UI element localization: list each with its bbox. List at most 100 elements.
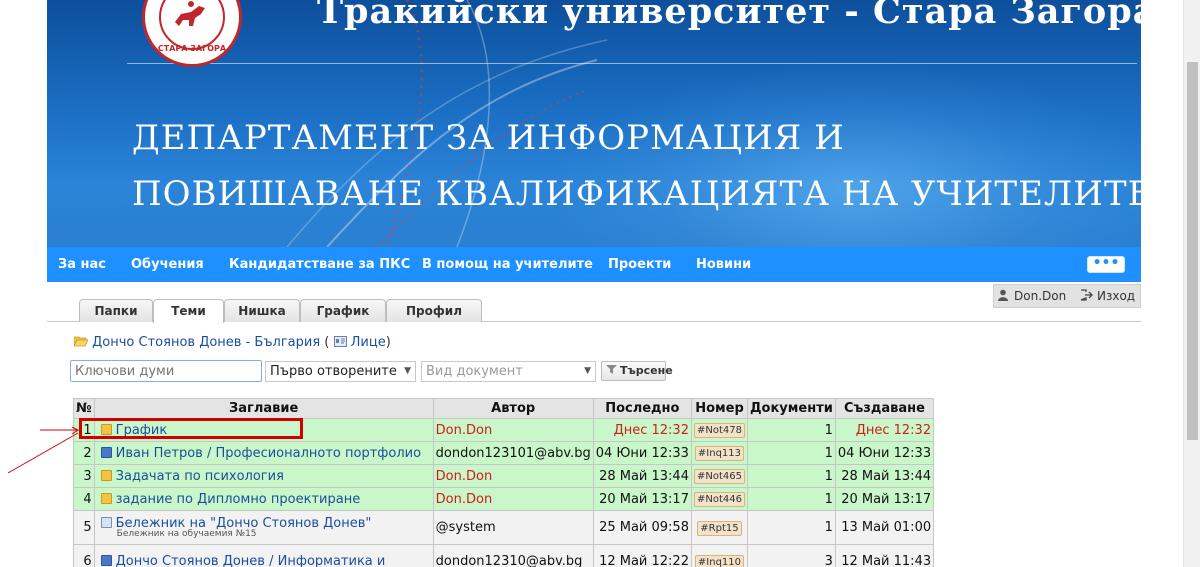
row-title-cell: Задачата по психология <box>93 464 434 488</box>
note-folder-icon <box>100 469 112 481</box>
tab-folders[interactable]: Папки <box>79 299 153 322</box>
main-navigation: За нас Обучения Кандидатстване за ПКС В … <box>47 247 1141 282</box>
col-last-header[interactable]: Последно <box>592 398 692 419</box>
tab-thread[interactable]: Нишка <box>224 299 300 322</box>
col-title-header[interactable]: Заглавие <box>93 398 434 419</box>
row-tag[interactable]: #Rpt15 <box>697 520 742 536</box>
col-author-header[interactable]: Автор <box>432 398 594 419</box>
row-title-cell: Иван Петров / Професионалното портфолио <box>93 441 434 465</box>
inquiry-doc-icon <box>100 555 112 566</box>
id-card-icon <box>329 335 350 350</box>
filter-icon <box>606 362 617 380</box>
col-docs-header[interactable]: Документи <box>746 398 836 419</box>
row-tag[interactable]: #Inq113 <box>694 446 745 461</box>
row-last: Днес 12:32 <box>592 418 692 442</box>
university-seal-logo[interactable]: СТАРА ЗАГОРА <box>142 0 242 67</box>
sort-order-select[interactable]: Първо отворените ▼ <box>265 361 416 382</box>
folder-open-icon <box>73 335 92 350</box>
document-type-select[interactable]: Вид документ ▼ <box>421 361 596 382</box>
row-last: 20 Май 13:17 <box>592 487 692 511</box>
table-row[interactable]: 4 задание по Дипломно проектиране Don.Do… <box>73 487 935 511</box>
highlight-box-annotation <box>79 418 303 439</box>
row-number: 6 <box>73 544 95 567</box>
page: СТАРА ЗАГОРА Тракийски университет - Ста… <box>0 0 1200 567</box>
page-scrollbar[interactable] <box>1183 0 1200 567</box>
row-docs: 1 <box>746 418 836 442</box>
header-banner: СТАРА ЗАГОРА Тракийски университет - Ста… <box>47 0 1141 247</box>
row-last: 28 Май 13:44 <box>592 464 692 488</box>
row-docs: 1 <box>746 487 836 511</box>
sort-order-value: Първо отворените <box>270 364 397 379</box>
row-created: 04 Юни 12:33 <box>834 441 935 465</box>
row-tag-cell: #Inq113 <box>690 441 748 465</box>
row-created: Днес 12:32 <box>834 418 935 442</box>
scrollbar-thumb[interactable] <box>1187 62 1198 440</box>
row-title-link[interactable]: Иван Петров / Професионалното портфолио <box>116 446 421 461</box>
tab-bar: Папки Теми Нишка График Профил <box>47 296 1141 323</box>
row-author: @system <box>432 510 594 545</box>
breadcrumb-folder-link[interactable]: Дончо Стоянов Донев - България <box>92 335 320 350</box>
row-title-cell: Дончо Стоянов Донев / Информатика и <box>93 544 434 567</box>
row-last: 25 Май 09:58 <box>592 510 692 545</box>
row-title-link[interactable]: задание по Дипломно проектиране <box>116 492 361 507</box>
row-number: 5 <box>73 510 95 545</box>
note-folder-icon <box>100 492 112 504</box>
nav-item-about[interactable]: За нас <box>58 247 106 282</box>
breadcrumb-close-paren: ) <box>385 335 391 350</box>
row-tag[interactable]: #Not465 <box>693 469 745 484</box>
seal-text: СТАРА ЗАГОРА <box>157 44 227 53</box>
nav-item-trainings[interactable]: Обучения <box>131 247 204 282</box>
row-docs: 1 <box>746 464 836 488</box>
row-author: dondon12310@abv.bg <box>432 544 594 567</box>
nav-item-projects[interactable]: Проекти <box>608 247 671 282</box>
row-author: Don.Don <box>432 487 594 511</box>
nav-more-button[interactable]: ••• <box>1087 256 1125 273</box>
nav-item-teacher-help[interactable]: В помощ на учителите <box>422 247 593 282</box>
col-created-header[interactable]: Създаване <box>834 398 935 419</box>
tab-profile[interactable]: Профил <box>386 299 482 322</box>
row-tag[interactable]: #Not478 <box>693 423 745 438</box>
annotation-arrows <box>7 426 79 474</box>
document-type-placeholder: Вид документ <box>426 364 523 379</box>
table-row[interactable]: 5 Бележник на "Дончо Стоянов Донев" Бележ… <box>73 510 935 545</box>
row-tag-cell: #Not465 <box>690 464 748 488</box>
row-tag[interactable]: #Inq110 <box>694 554 745 567</box>
row-last: 12 Май 12:22 <box>592 544 692 567</box>
nav-item-news[interactable]: Новини <box>696 247 751 282</box>
table-row[interactable]: 2 Иван Петров / Професионалното портфоли… <box>73 441 935 465</box>
breadcrumb-person-link[interactable]: Лице <box>351 335 386 350</box>
department-title-line2: ПОВИШАВАНЕ КВАЛИФИКАЦИЯТА НА УЧИТЕЛИТЕ <box>132 174 1141 214</box>
table-row[interactable]: 6 Дончо Стоянов Донев / Информатика и do… <box>73 544 935 567</box>
row-tag-cell: #Inq110 <box>690 544 748 567</box>
department-title: ДЕПАРТАМЕНТ ЗА ИНФОРМАЦИЯ И ПОВИШАВАНЕ К… <box>132 110 1141 222</box>
notebook-icon <box>100 517 112 528</box>
row-docs: 1 <box>746 510 836 545</box>
horseman-icon <box>175 1 205 26</box>
row-author: Don.Don <box>432 418 594 442</box>
row-created: 28 Май 13:44 <box>834 464 935 488</box>
table-row[interactable]: 3 Задачата по психология Don.Don 28 Май … <box>73 464 935 488</box>
row-title-cell: Бележник на "Дончо Стоянов Донев" Бележни… <box>93 510 434 545</box>
inquiry-doc-icon <box>100 446 112 458</box>
row-last: 04 Юни 12:33 <box>592 441 692 465</box>
col-tag-header[interactable]: Номер <box>690 398 748 419</box>
tab-schedule[interactable]: График <box>300 299 386 322</box>
keywords-search-input[interactable] <box>70 360 262 382</box>
search-button[interactable]: Търсене <box>601 361 673 381</box>
chevron-down-icon: ▼ <box>584 366 591 376</box>
row-title-link[interactable]: Дончо Стоянов Донев / Информатика и <box>116 554 386 567</box>
table-header-row: № Заглавие Автор Последно Номер Документ… <box>73 398 935 419</box>
row-tag-cell: #Not478 <box>690 418 748 442</box>
row-tag[interactable]: #Not446 <box>693 492 745 507</box>
chevron-down-icon: ▼ <box>404 366 411 376</box>
row-tag-cell: #Not446 <box>690 487 748 511</box>
row-created: 12 Май 11:43 <box>834 544 935 567</box>
nav-item-pks-application[interactable]: Кандидатстване за ПКС <box>229 247 410 282</box>
row-author: Don.Don <box>432 464 594 488</box>
row-docs: 1 <box>746 441 836 465</box>
department-title-line1: ДЕПАРТАМЕНТ ЗА ИНФОРМАЦИЯ И <box>132 118 845 158</box>
row-title-link[interactable]: Задачата по психология <box>116 469 284 484</box>
search-button-label: Търсене <box>620 364 673 377</box>
row-docs: 3 <box>746 544 836 567</box>
tab-topics[interactable]: Теми <box>153 299 224 323</box>
